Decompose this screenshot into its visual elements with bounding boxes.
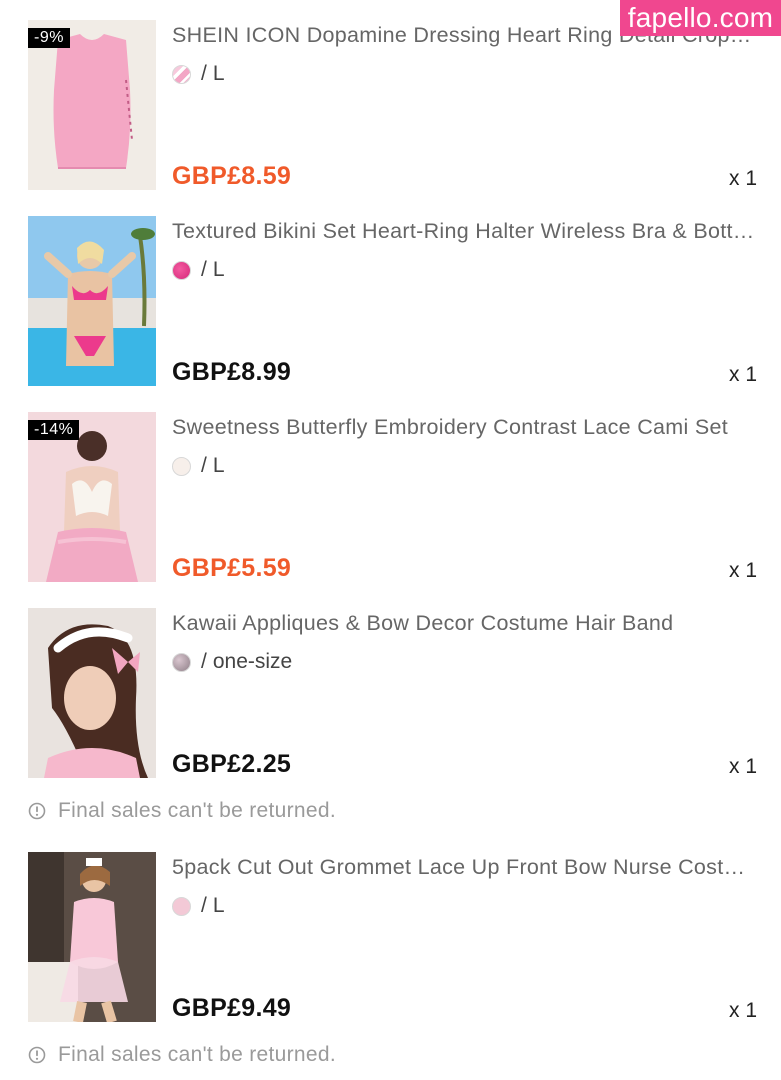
variant-selector[interactable]: / L: [172, 257, 225, 283]
notice-text: Final sales can't be returned.: [58, 1043, 336, 1066]
color-swatch: [172, 652, 191, 672]
quantity: x 1: [728, 999, 757, 1022]
nurse-costume-icon: [28, 852, 156, 1022]
product-title[interactable]: 5pack Cut Out Grommet Lace Up Front Bow …: [172, 853, 757, 881]
cart-item[interactable]: 5pack Cut Out Grommet Lace Up Front Bow …: [0, 852, 781, 1024]
info-icon: [28, 1046, 46, 1064]
variant-size: L: [212, 454, 225, 477]
info-icon: [28, 802, 46, 820]
cart-item[interactable]: Textured Bikini Set Heart-Ring Halter Wi…: [0, 216, 781, 388]
product-thumbnail[interactable]: [28, 216, 156, 386]
variant-separator: /: [201, 258, 207, 281]
variant-size: L: [212, 894, 225, 917]
color-swatch: [172, 896, 191, 916]
product-thumbnail[interactable]: [28, 608, 156, 778]
variant-size: L: [212, 62, 225, 85]
variant-size: L: [212, 258, 225, 281]
variant-selector[interactable]: / one-size: [172, 649, 292, 675]
watermark: fapello.com: [620, 0, 781, 36]
return-policy-notice: Final sales can't be returned.: [28, 1043, 336, 1067]
return-policy-notice: Final sales can't be returned.: [28, 799, 336, 823]
quantity: x 1: [728, 559, 757, 582]
discount-badge: -9%: [28, 28, 70, 48]
hair-band-icon: [28, 608, 156, 778]
variant-size: one-size: [212, 650, 293, 673]
price: GBP£9.49: [172, 994, 292, 1022]
product-thumbnail[interactable]: -14%: [28, 412, 156, 582]
price: GBP£2.25: [172, 750, 292, 778]
variant-separator: /: [201, 650, 207, 673]
color-swatch: [172, 64, 191, 84]
color-swatch: [172, 260, 191, 280]
variant-separator: /: [201, 454, 207, 477]
notice-text: Final sales can't be returned.: [58, 799, 336, 822]
cart-item[interactable]: -14% Sweetness Butterfly Embroidery Cont…: [0, 412, 781, 584]
cart-item[interactable]: Kawaii Appliques & Bow Decor Costume Hai…: [0, 608, 781, 780]
color-swatch: [172, 456, 191, 476]
quantity: x 1: [728, 755, 757, 778]
product-thumbnail[interactable]: -9%: [28, 20, 156, 190]
quantity: x 1: [728, 167, 757, 190]
product-title[interactable]: Textured Bikini Set Heart-Ring Halter Wi…: [172, 217, 757, 245]
product-thumbnail[interactable]: [28, 852, 156, 1022]
product-title[interactable]: Kawaii Appliques & Bow Decor Costume Hai…: [172, 609, 757, 637]
variant-selector[interactable]: / L: [172, 453, 225, 479]
quantity: x 1: [728, 363, 757, 386]
product-title[interactable]: Sweetness Butterfly Embroidery Contrast …: [172, 413, 757, 441]
pink-bikini-icon: [28, 216, 156, 386]
variant-separator: /: [201, 894, 207, 917]
price: GBP£5.59: [172, 554, 292, 582]
cart-item[interactable]: -9% SHEIN ICON Dopamine Dressing Heart R…: [0, 20, 781, 192]
variant-selector[interactable]: / L: [172, 61, 225, 87]
variant-selector[interactable]: / L: [172, 893, 225, 919]
price: GBP£8.99: [172, 358, 292, 386]
discount-badge: -14%: [28, 420, 80, 440]
price: GBP£8.59: [172, 162, 292, 190]
variant-separator: /: [201, 62, 207, 85]
